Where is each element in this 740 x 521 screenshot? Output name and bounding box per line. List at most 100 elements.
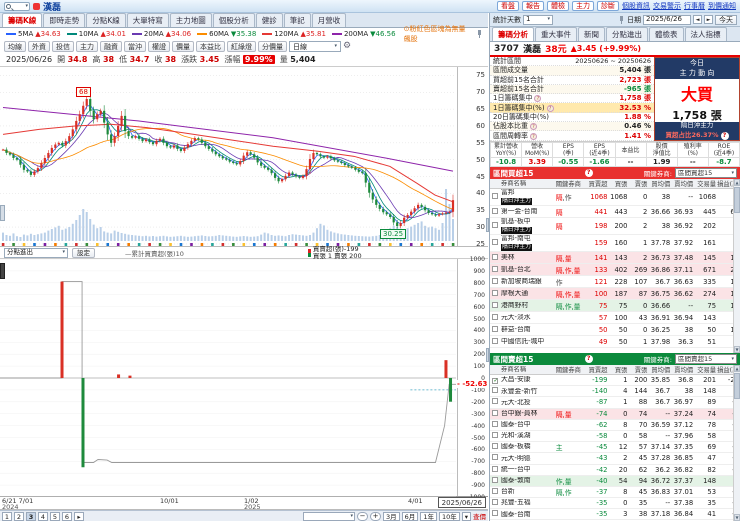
titlebar-button-2[interactable]: 體檢: [547, 1, 569, 11]
table-row[interactable]: 群益-台南5050036.25385012: [490, 324, 740, 336]
period-dropdown[interactable]: 日線 ▾: [289, 41, 341, 52]
table-row[interactable]: 港商野村隔,作,量7575036.66--7512: [490, 300, 740, 312]
row-checkbox[interactable]: [490, 277, 501, 286]
range-button-3[interactable]: 10年: [438, 511, 460, 521]
analysis-tab-2[interactable]: 新聞: [578, 27, 605, 41]
chart-toolbar-1[interactable]: 外資: [28, 41, 50, 52]
page-button-4[interactable]: 4: [38, 511, 48, 521]
checkbox-icon[interactable]: [492, 420, 499, 427]
row-checkbox[interactable]: [490, 239, 501, 247]
table-row[interactable]: 國泰-台南-3533837.1836.8441-4: [490, 509, 740, 521]
table-row[interactable]: 國泰-台中-6287036.5937.1278-2: [490, 420, 740, 431]
scroll-up-icon[interactable]: ▲: [734, 179, 740, 186]
tab-0[interactable]: 籌碼K線: [2, 13, 43, 27]
analysis-tab-4[interactable]: 體檢表: [649, 27, 684, 41]
table-row[interactable]: 第一金-台南隔441443236.6636.9344562: [490, 206, 740, 218]
page-button-2[interactable]: 2: [14, 511, 24, 521]
checkbox-icon[interactable]: [492, 325, 499, 332]
buy-col-0[interactable]: 券商名稱: [501, 180, 556, 188]
table-row[interactable]: 富邦-南屯隔日沖主力159160137.7837.921614: [490, 235, 740, 252]
buy-col-6[interactable]: 賣均價: [671, 179, 694, 188]
row-checkbox[interactable]: [490, 222, 501, 230]
row-checkbox[interactable]: [490, 289, 501, 298]
scroll-down-icon[interactable]: ▼: [734, 346, 740, 353]
buy-col-5[interactable]: 買均價: [648, 179, 671, 188]
sell-col-2[interactable]: 買賣超: [585, 365, 609, 374]
tab-1[interactable]: 即時走勢: [43, 13, 86, 27]
row-checkbox[interactable]: [490, 432, 501, 440]
row-checkbox[interactable]: [490, 454, 501, 462]
page-button-1[interactable]: 1: [2, 511, 12, 521]
tab-2[interactable]: 分點K線: [86, 13, 126, 27]
checkbox-icon[interactable]: [492, 193, 499, 199]
pin-icon[interactable]: [617, 15, 625, 24]
sell-col-7[interactable]: 交易量: [694, 365, 717, 374]
scroll-up-icon[interactable]: ▲: [734, 365, 740, 372]
buy-col-7[interactable]: 交易量: [694, 179, 717, 188]
checkbox-icon[interactable]: [492, 465, 499, 472]
zoom-in-button[interactable]: +: [370, 511, 382, 521]
checkbox-icon[interactable]: [492, 487, 499, 494]
row-checkbox[interactable]: [490, 301, 501, 310]
sell-col-6[interactable]: 賣均價: [671, 365, 694, 374]
buy-col-2[interactable]: 買賣超: [585, 179, 609, 188]
table-row[interactable]: 元大-明德-4324537.2836.8547-5: [490, 453, 740, 465]
table-row[interactable]: 統一-台中-42206236.236.8282-4: [490, 465, 740, 476]
row-checkbox[interactable]: [490, 193, 501, 201]
sell-col-4[interactable]: 賣張: [628, 365, 648, 374]
sell-col-3[interactable]: 買張: [609, 365, 629, 374]
range-button-0[interactable]: 3月: [383, 511, 400, 521]
row-checkbox[interactable]: [490, 420, 501, 429]
help-icon[interactable]: ?: [584, 169, 593, 177]
table-row[interactable]: 元大-北投-8718836.736.9789-9: [490, 397, 740, 409]
row-checkbox[interactable]: [490, 499, 501, 507]
table-row[interactable]: ✓大昌-安康-199120035.8536.8201-24: [490, 375, 740, 387]
table-row[interactable]: 兆豐-五福-35035--37.3835-2: [490, 498, 740, 510]
chart-toolbar-8[interactable]: 本益比: [196, 41, 225, 52]
zoom-out-button[interactable]: −: [357, 511, 369, 521]
table-row[interactable]: 新加坡商瑞銀作12122810736.736.6333515: [490, 276, 740, 288]
stat-days-select[interactable]: 1 ▾: [523, 14, 553, 25]
help-icon[interactable]: ?: [720, 131, 729, 140]
checkbox-icon[interactable]: [492, 301, 499, 308]
help-icon[interactable]: ?: [546, 104, 554, 112]
titlebar-button-3[interactable]: 主力: [572, 1, 594, 11]
range-button-2[interactable]: 1年: [420, 511, 437, 521]
scroll-thumb[interactable]: [734, 187, 740, 213]
price-check-button[interactable]: 查價: [473, 511, 486, 521]
tab-7[interactable]: 筆記: [283, 13, 311, 27]
date-next-button[interactable]: ►: [704, 15, 713, 24]
sell-col-0[interactable]: 券商名稱: [501, 366, 556, 374]
checkbox-icon[interactable]: [492, 432, 499, 439]
checkbox-icon[interactable]: [492, 398, 499, 405]
chart-toolbar-0[interactable]: 均線: [4, 41, 26, 52]
today-button[interactable]: 今天: [715, 14, 737, 25]
titlebar-link-3[interactable]: 到價通知: [708, 1, 736, 11]
row-checkbox[interactable]: [490, 510, 501, 518]
chart-toolbar-4[interactable]: 融資: [100, 41, 122, 52]
scroll-down-icon[interactable]: ▼: [734, 514, 740, 521]
table-row[interactable]: 台中銀-員林隔,量-74074--37.2474-6: [490, 408, 740, 420]
checkbox-icon[interactable]: [492, 239, 499, 245]
analysis-tab-0[interactable]: 籌碼分析: [492, 27, 534, 41]
stock-search-box[interactable]: ▾: [4, 1, 30, 11]
checkbox-icon[interactable]: [492, 454, 499, 461]
date-input[interactable]: 2025/6/26: [643, 14, 691, 25]
table-row[interactable]: 台新隔,作-3784536.8337.0153-4: [490, 487, 740, 499]
checkbox-icon[interactable]: [492, 277, 499, 284]
page-button-3[interactable]: 3: [26, 511, 36, 521]
checkbox-icon[interactable]: [492, 409, 499, 416]
collapse-handle[interactable]: [0, 205, 5, 221]
help-icon[interactable]: ?: [534, 95, 542, 103]
broker-settings-button[interactable]: 設定: [72, 247, 95, 258]
help-icon[interactable]: ?: [584, 355, 593, 363]
chart-toolbar-2[interactable]: 投信: [52, 41, 74, 52]
row-checkbox[interactable]: [490, 207, 501, 216]
titlebar-button-1[interactable]: 報告: [522, 1, 544, 11]
page-button-6[interactable]: 6: [62, 511, 72, 521]
range-caret-button[interactable]: ▾: [461, 511, 471, 521]
tab-6[interactable]: 健診: [255, 13, 283, 27]
analysis-tab-1[interactable]: 重大事件: [535, 27, 577, 41]
row-checkbox[interactable]: [490, 487, 501, 496]
splitter-grip[interactable]: [486, 348, 489, 362]
